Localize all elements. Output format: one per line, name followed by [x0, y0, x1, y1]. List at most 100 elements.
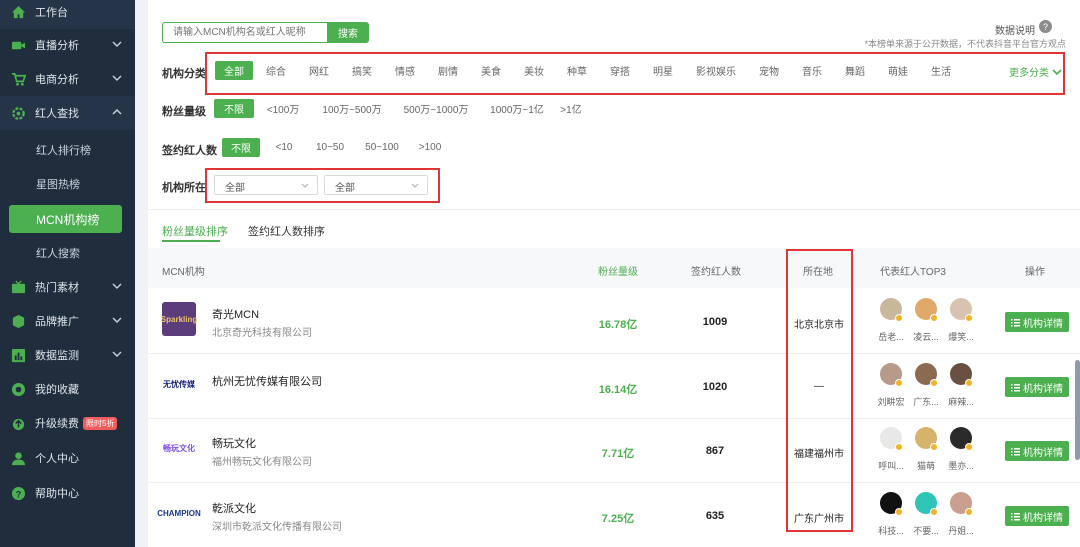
search-button[interactable]: 搜索 [327, 22, 369, 43]
fans-chip[interactable]: 500万~1000万 [396, 99, 476, 118]
fans-chip[interactable]: <100万 [260, 99, 306, 118]
sidebar-sub-ranking[interactable]: 红人排行榜 [0, 133, 135, 167]
influencer-name[interactable]: 广东... [912, 395, 940, 408]
org-name[interactable]: 奇光MCN [212, 306, 259, 322]
sidebar-item-help[interactable]: ? 帮助中心 [0, 476, 135, 510]
signed-chip[interactable]: 不限 [222, 138, 260, 157]
org-detail-button[interactable]: 机构详情 [1005, 441, 1069, 461]
sidebar-item-materials[interactable]: 热门素材 [0, 270, 135, 304]
influencer-name[interactable]: 墨亦... [947, 459, 975, 472]
signed-chip[interactable]: 50~100 [360, 138, 404, 157]
org-detail-label: 机构详情 [1023, 383, 1063, 395]
tab-fans-sort[interactable]: 粉丝量级排序 [162, 223, 228, 239]
category-chip[interactable]: 宠物 [751, 61, 787, 80]
influencer-name[interactable]: 岳老... [877, 330, 905, 343]
sidebar-item-monitor[interactable]: 数据监测 [0, 338, 135, 372]
gear-icon [10, 105, 26, 121]
data-note-link[interactable]: 数据说明 [995, 22, 1035, 37]
app-root: 工作台 直播分析 电商分析 红人查找 红人排行榜 星图热榜 MCN机构榜 红人搜… [0, 0, 1080, 547]
location-value: 广东广州市 [794, 514, 844, 525]
list-icon [1011, 512, 1020, 520]
category-chip[interactable]: 种草 [559, 61, 595, 80]
influencer-name[interactable]: 呼叫... [877, 459, 905, 472]
search-input[interactable] [162, 22, 328, 43]
sidebar-item-influencer[interactable]: 红人查找 [0, 96, 135, 130]
home-icon [10, 4, 26, 20]
org-detail-button[interactable]: 机构详情 [1005, 377, 1069, 397]
influencer-name[interactable]: 不要... [912, 524, 940, 537]
verified-icon [965, 508, 973, 516]
influencer-name[interactable]: 丹姐... [947, 524, 975, 537]
verified-icon [930, 443, 938, 451]
chevron-down-icon [112, 75, 122, 81]
category-chip[interactable]: 生活 [923, 61, 959, 80]
influencer-name[interactable]: 刘畊宏 [877, 395, 905, 408]
signed-chip[interactable]: 10~50 [310, 138, 350, 157]
category-chip[interactable]: 萌娃 [880, 61, 916, 80]
influencer-name[interactable]: 爆笑... [947, 330, 975, 343]
sidebar-sub-search[interactable]: 红人搜索 [0, 236, 135, 270]
header-signed[interactable]: 签约红人数 [691, 263, 741, 278]
category-chip[interactable]: 剧情 [430, 61, 466, 80]
tab-signed-sort[interactable]: 签约红人数排序 [248, 223, 325, 239]
cube-icon [10, 313, 26, 329]
fans-chip[interactable]: 1000万~1亿 [484, 99, 550, 118]
signed-chip[interactable]: >100 [416, 138, 444, 157]
sidebar-item-upgrade[interactable]: 升级续费 限时5折 [0, 406, 135, 440]
influencer-name[interactable]: 科技... [877, 524, 905, 537]
verified-icon [965, 443, 973, 451]
sidebar-item-live[interactable]: 直播分析 [0, 28, 135, 62]
org-name[interactable]: 畅玩文化 [212, 435, 256, 451]
sidebar-item-profile[interactable]: 个人中心 [0, 441, 135, 475]
org-name[interactable]: 乾派文化 [212, 500, 256, 516]
org-detail-label: 机构详情 [1023, 512, 1063, 524]
category-chip[interactable]: 情感 [387, 61, 423, 80]
sidebar-item-label: 帮助中心 [35, 488, 79, 500]
sidebar-item-workbench[interactable]: 工作台 [0, 0, 135, 29]
sidebar-sub-xingtu[interactable]: 星图热榜 [0, 167, 135, 201]
chevron-down-icon [112, 41, 122, 47]
verified-icon [930, 379, 938, 387]
province-select[interactable]: 全部 [214, 175, 318, 195]
category-chip[interactable]: 明星 [645, 61, 681, 80]
org-detail-button[interactable]: 机构详情 [1005, 506, 1069, 526]
svg-text:?: ? [15, 489, 21, 499]
category-chip[interactable]: 影视娱乐 [688, 61, 744, 80]
org-name[interactable]: 杭州无忧传媒有限公司 [212, 373, 322, 389]
more-categories-button[interactable]: 更多分类 [1009, 64, 1062, 79]
sidebar-item-favorites[interactable]: 我的收藏 [0, 372, 135, 406]
fans-chip[interactable]: 不限 [214, 99, 254, 118]
signed-chip[interactable]: <10 [270, 138, 298, 157]
sidebar-item-label: 个人中心 [35, 453, 79, 465]
org-detail-button[interactable]: 机构详情 [1005, 312, 1069, 332]
category-chip[interactable]: 搞笑 [344, 61, 380, 80]
province-select-value: 全部 [225, 183, 245, 194]
sidebar-item-label: 热门素材 [35, 282, 79, 294]
category-chip[interactable]: 全部 [215, 61, 253, 80]
influencer-name[interactable]: 麻辣... [947, 395, 975, 408]
fans-value: 7.25亿 [601, 513, 635, 525]
category-chip[interactable]: 综合 [258, 61, 294, 80]
city-select[interactable]: 全部 [324, 175, 428, 195]
fans-chip[interactable]: >1亿 [558, 99, 584, 118]
category-chip[interactable]: 舞蹈 [837, 61, 873, 80]
signed-count: 1009 [702, 316, 728, 328]
tab-active-indicator [162, 240, 220, 242]
category-chip[interactable]: 音乐 [794, 61, 830, 80]
sidebar-item-ecommerce[interactable]: 电商分析 [0, 62, 135, 96]
influencer-name[interactable]: 猫萌 [912, 459, 940, 472]
help-icon[interactable]: ? [1039, 20, 1052, 33]
scrollbar[interactable] [1075, 360, 1080, 460]
category-chip[interactable]: 美妆 [516, 61, 552, 80]
header-fans[interactable]: 粉丝量级 [598, 263, 638, 278]
chevron-down-icon [112, 283, 122, 289]
category-chip[interactable]: 美食 [473, 61, 509, 80]
category-chip[interactable]: 穿搭 [602, 61, 638, 80]
sidebar-sub-mcn[interactable]: MCN机构榜 [9, 205, 122, 233]
category-chip[interactable]: 网红 [301, 61, 337, 80]
sidebar-item-brand[interactable]: 品牌推广 [0, 304, 135, 338]
influencer-name[interactable]: 凌云... [912, 330, 940, 343]
location-value: 北京北京市 [794, 320, 844, 331]
fans-chip[interactable]: 100万~500万 [316, 99, 388, 118]
user-icon [10, 450, 26, 466]
